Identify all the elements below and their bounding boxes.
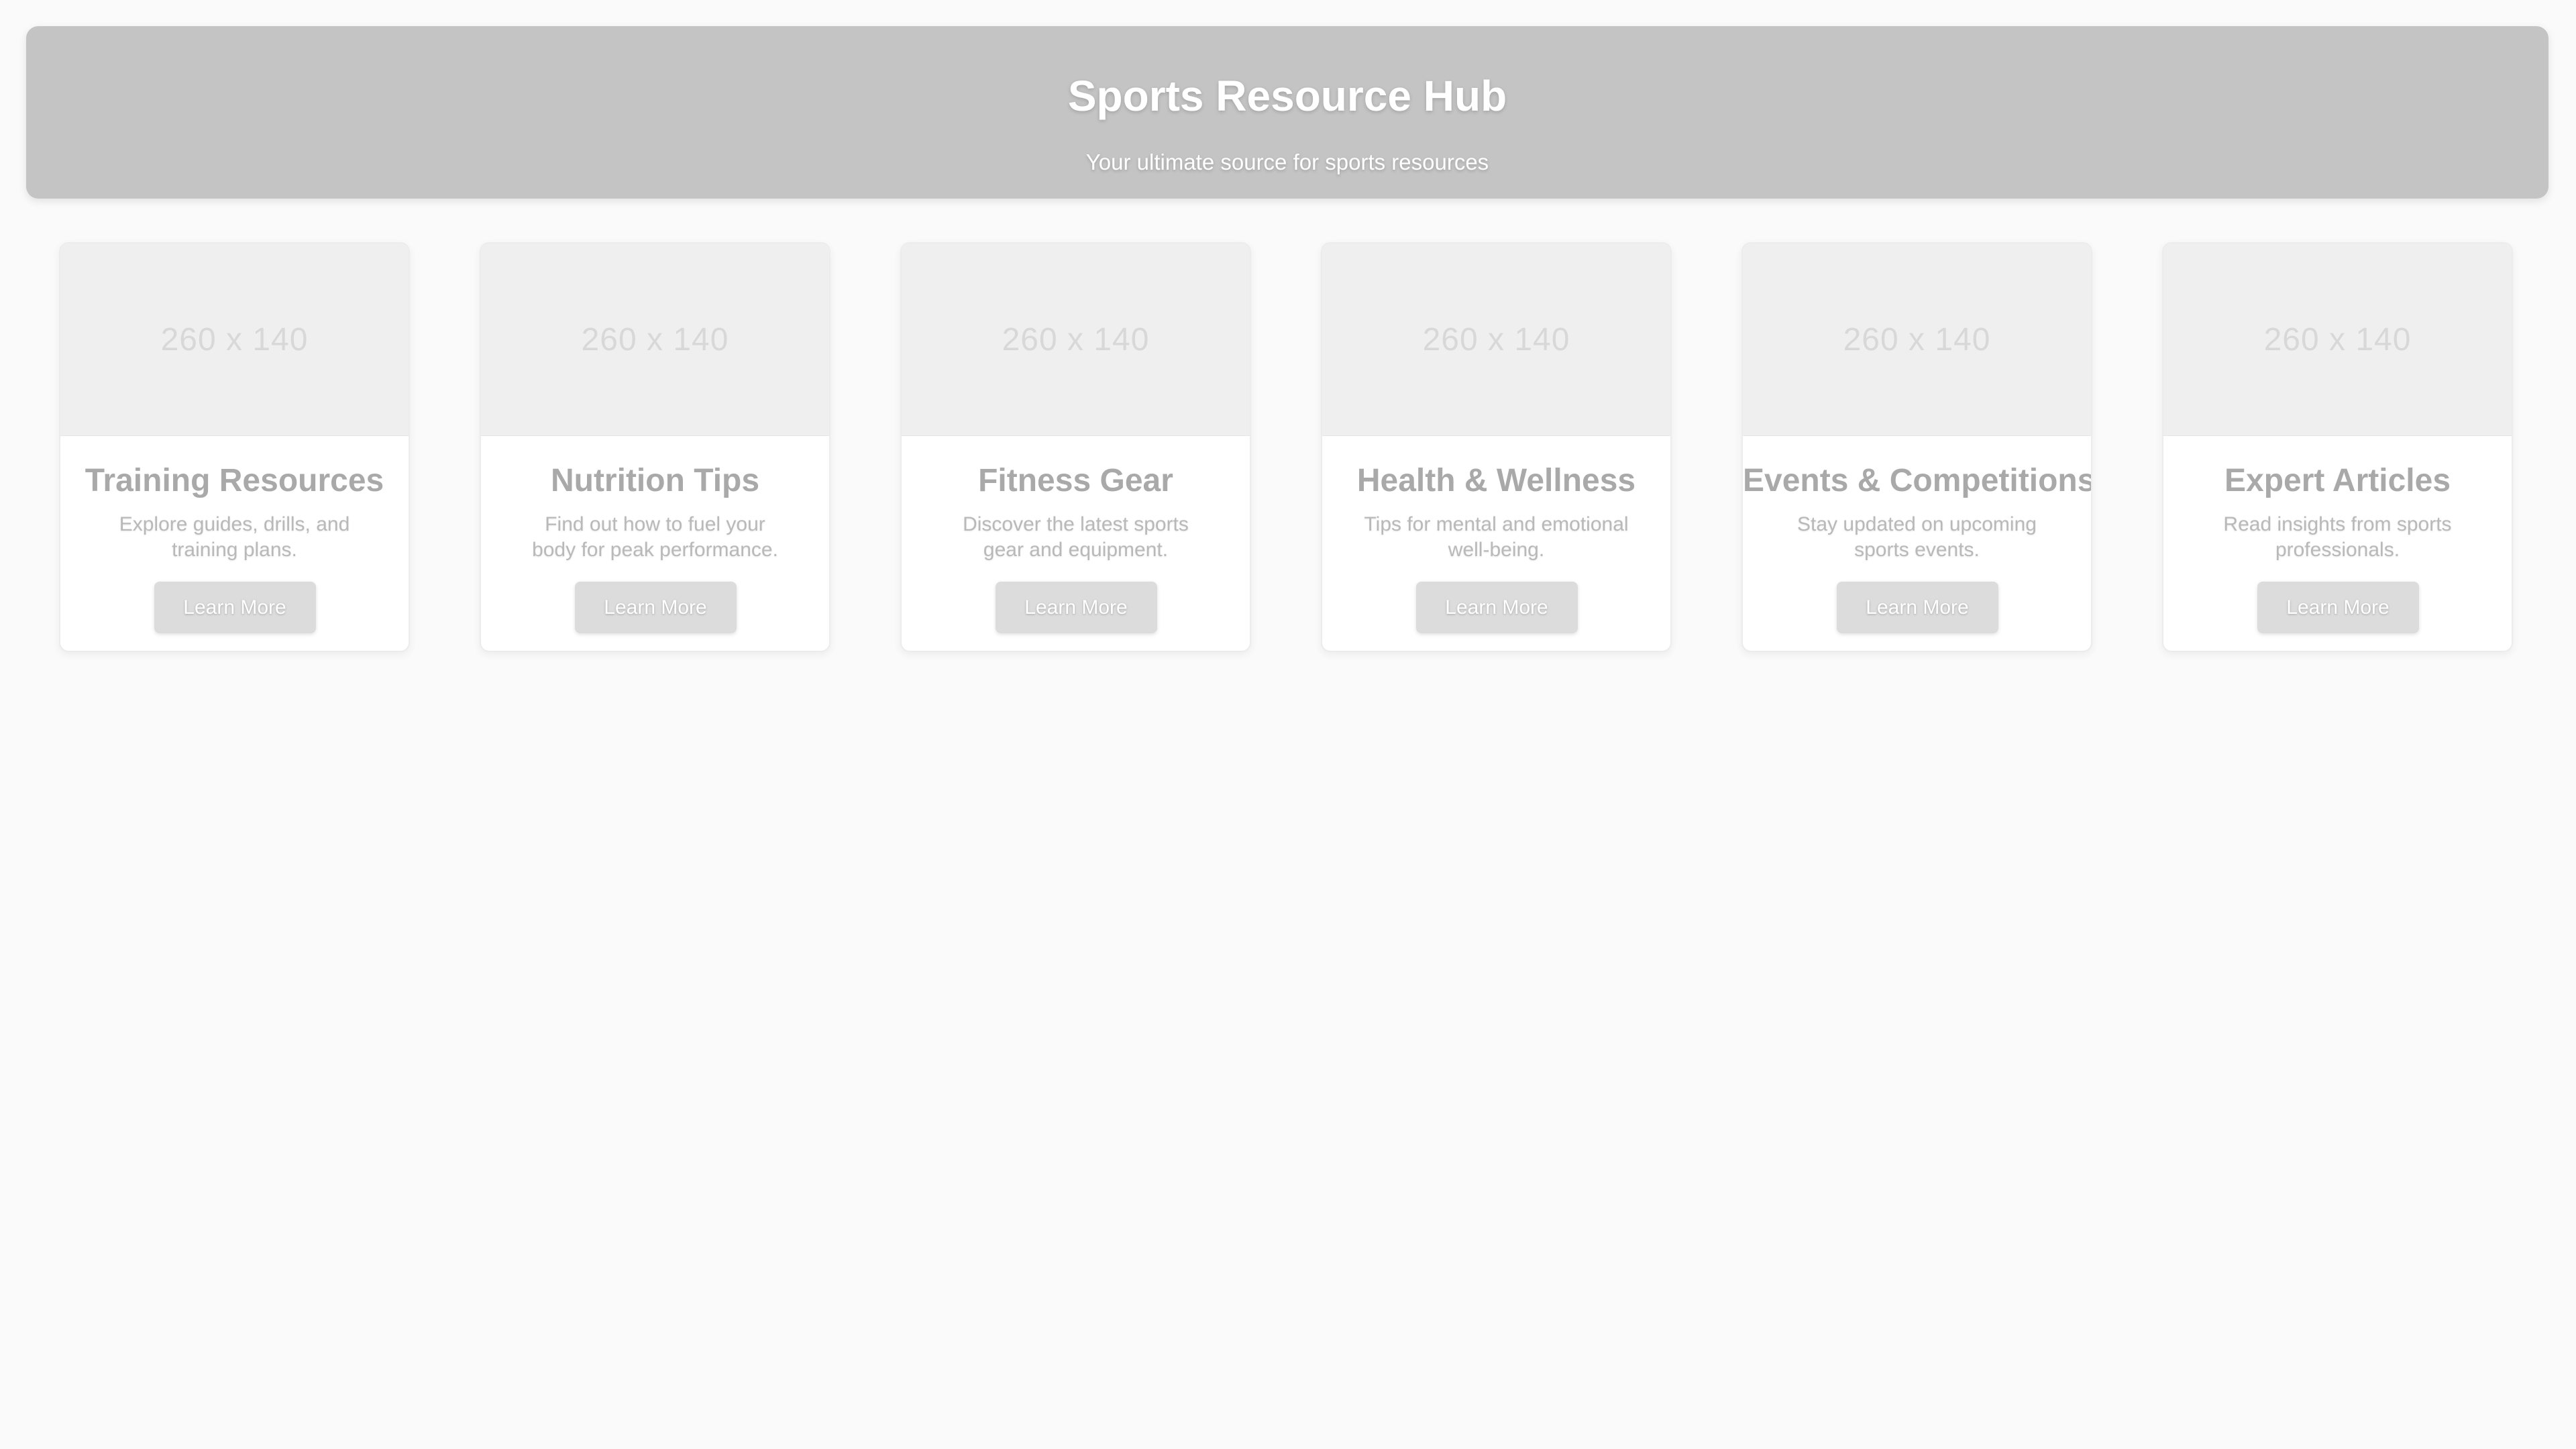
card-fitness-gear: 260 x 140 Fitness Gear Discover the late… [900,242,1251,652]
card-description: Read insights from sports professionals. [2223,513,2452,561]
card-image-placeholder: 260 x 140 [1322,244,1670,436]
card-title: Events & Competitions [1743,463,2092,498]
learn-more-button[interactable]: Learn More [154,582,316,633]
image-size-label: 260 x 140 [1422,321,1570,358]
learn-more-button[interactable]: Learn More [1836,582,1998,633]
learn-more-button[interactable]: Learn More [574,582,737,633]
card-description: Stay updated on upcoming sports events. [1797,513,2037,561]
image-size-label: 260 x 140 [1843,321,1991,358]
card-image-placeholder: 260 x 140 [481,244,829,436]
card-image-placeholder: 260 x 140 [60,244,409,436]
card-description: Find out how to fuel your body for peak … [532,513,778,561]
card-image-placeholder: 260 x 140 [902,244,1250,436]
card-title: Health & Wellness [1356,463,1636,498]
image-size-label: 260 x 140 [1002,321,1150,358]
card-description: Explore guides, drills, and training pla… [119,513,350,561]
resource-cards: 260 x 140 Training Resources Explore gui… [0,242,2576,653]
image-size-label: 260 x 140 [2263,321,2412,358]
card-title: Expert Articles [2224,463,2451,498]
card-title: Fitness Gear [978,463,1173,498]
card-training-resources: 260 x 140 Training Resources Explore gui… [59,242,410,652]
image-size-label: 260 x 140 [581,321,729,358]
card-events-competitions: 260 x 140 Events & Competitions Stay upd… [1741,242,2092,652]
card-title: Nutrition Tips [550,463,760,498]
card-image-placeholder: 260 x 140 [1743,244,2091,436]
learn-more-button[interactable]: Learn More [2257,582,2419,633]
card-health-wellness: 260 x 140 Health & Wellness Tips for men… [1321,242,1672,652]
card-nutrition-tips: 260 x 140 Nutrition Tips Find out how to… [480,242,830,652]
learn-more-button[interactable]: Learn More [1415,582,1578,633]
page-header: Sports Resource Hub Your ultimate source… [26,26,2548,199]
card-image-placeholder: 260 x 140 [2163,244,2512,436]
image-size-label: 260 x 140 [160,321,309,358]
card-title: Training Resources [85,463,384,498]
card-expert-articles: 260 x 140 Expert Articles Read insights … [2162,242,2513,652]
learn-more-button[interactable]: Learn More [995,582,1157,633]
page-subtitle: Your ultimate source for sports resource… [1085,150,1489,174]
page-title: Sports Resource Hub [1067,72,1507,120]
card-description: Discover the latest sports gear and equi… [963,513,1189,561]
card-description: Tips for mental and emotional well-being… [1364,513,1629,561]
